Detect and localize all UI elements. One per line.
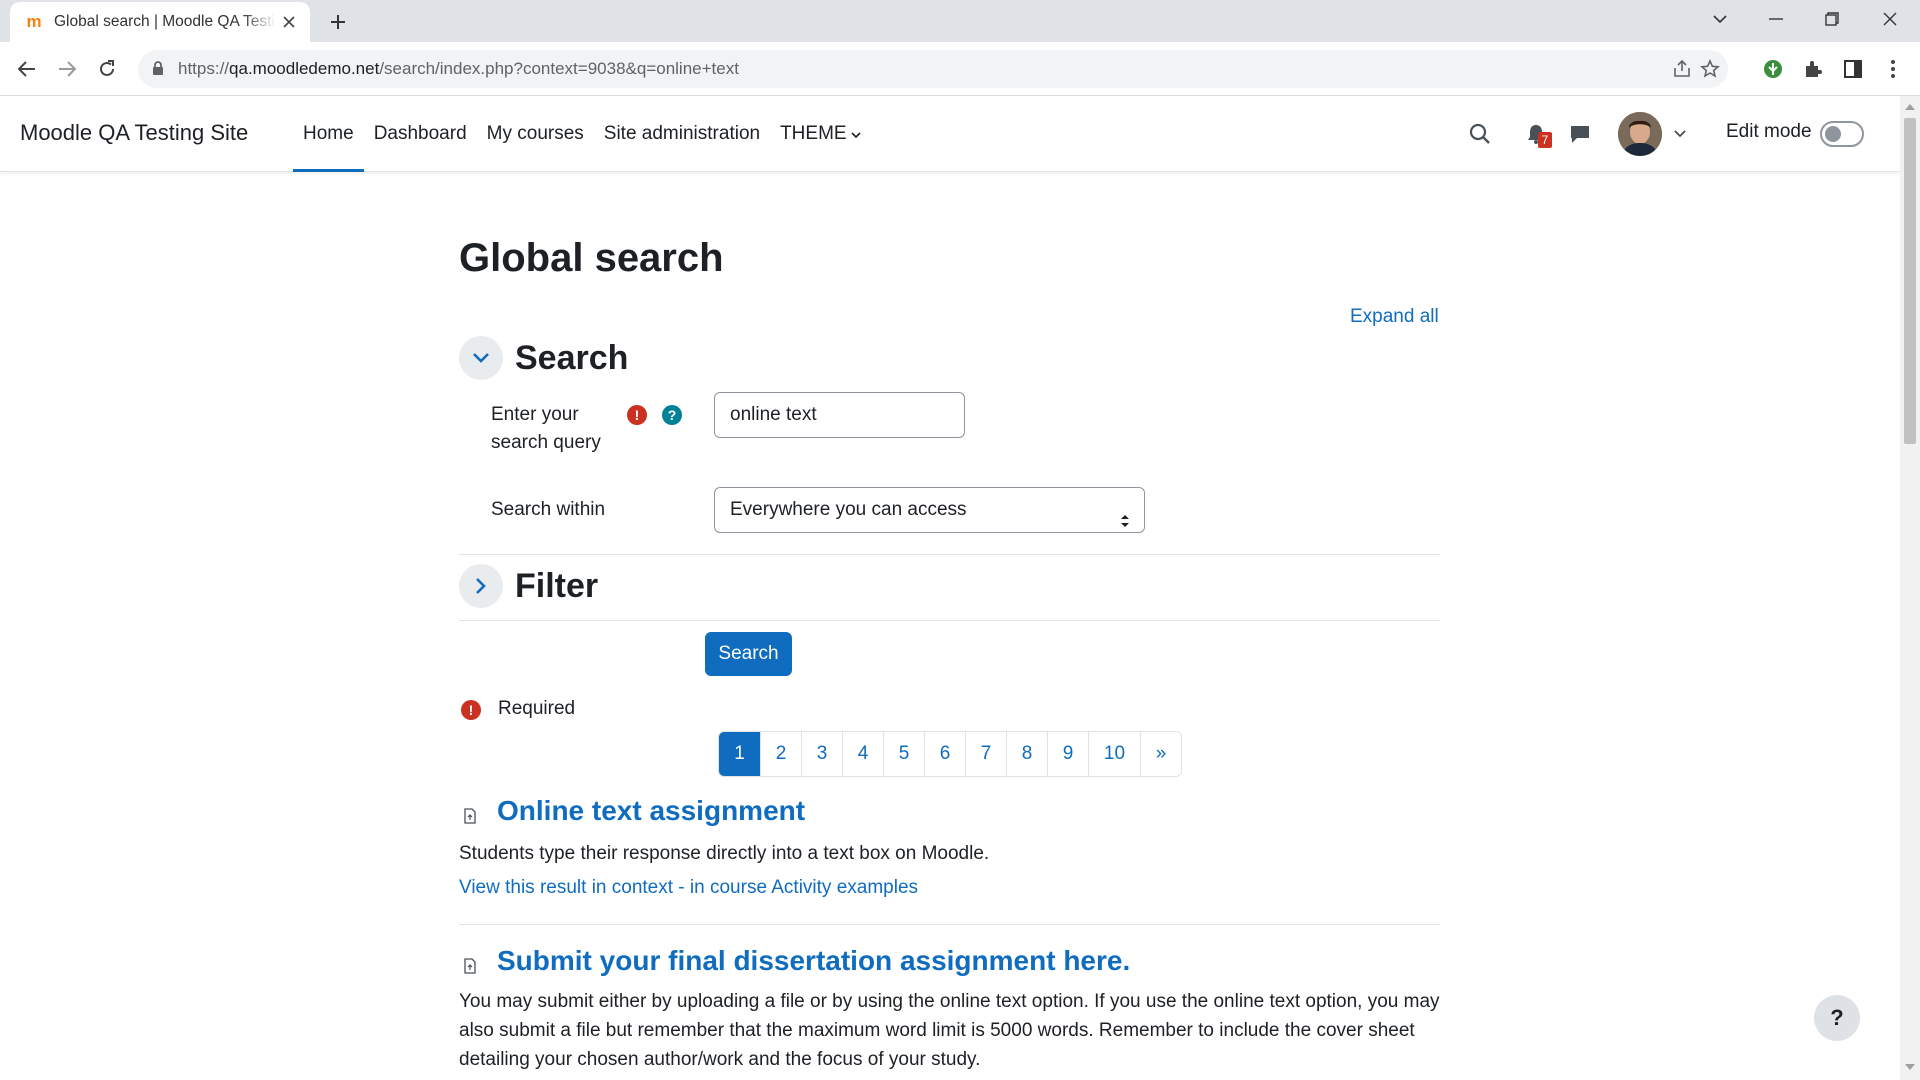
scroll-up-arrow-icon[interactable] — [1905, 104, 1915, 110]
expand-all-link[interactable]: Expand all — [1350, 306, 1439, 328]
back-arrow-icon[interactable] — [12, 54, 42, 84]
page-link-5[interactable]: 5 — [883, 732, 924, 776]
scroll-down-arrow-icon[interactable] — [1905, 1064, 1915, 1070]
search-within-select[interactable]: Everywhere you can access — [714, 487, 1145, 533]
result-title-link[interactable]: Online text assignment — [497, 795, 805, 827]
pagination: 1 2 3 4 5 6 7 8 9 10 » — [718, 731, 1182, 777]
search-query-label-line2: search query — [491, 432, 601, 453]
page-scrollbar[interactable] — [1900, 96, 1920, 1080]
result-description: Students type their response directly in… — [459, 843, 990, 864]
document-icon — [462, 958, 478, 974]
close-window-icon[interactable] — [1862, 0, 1918, 38]
user-avatar[interactable] — [1618, 112, 1662, 156]
page-link-10[interactable]: 10 — [1088, 732, 1140, 776]
tab-title: Global search | Moodle QA Testing Site — [54, 13, 276, 30]
edit-mode-toggle[interactable] — [1820, 121, 1864, 147]
browser-toolbar: https://qa.moodledemo.net/search/index.p… — [0, 42, 1920, 96]
result-context-links: View this result in context - in course … — [459, 877, 918, 899]
result-description: You may submit either by uploading a fil… — [459, 991, 1440, 1070]
page-link-2[interactable]: 2 — [760, 732, 801, 776]
moodle-favicon-icon: m — [26, 12, 42, 31]
page-link-1[interactable]: 1 — [719, 732, 760, 776]
nav-theme-label: THEME — [780, 123, 847, 145]
page-link-3[interactable]: 3 — [801, 732, 842, 776]
close-tab-icon[interactable] — [280, 13, 298, 31]
minimize-icon[interactable] — [1748, 0, 1804, 38]
chevron-down-icon — [851, 96, 861, 172]
section-divider — [459, 620, 1440, 621]
nav-dashboard[interactable]: Dashboard — [364, 96, 477, 172]
document-icon — [462, 808, 478, 824]
address-bar[interactable]: https://qa.moodledemo.net/search/index.p… — [138, 50, 1728, 88]
search-section-title: Search — [515, 338, 629, 377]
search-icon[interactable] — [1466, 120, 1494, 148]
edit-mode-label: Edit mode — [1726, 121, 1812, 142]
extensions-puzzle-icon[interactable] — [1800, 56, 1826, 82]
link-separator: - — [673, 877, 690, 898]
search-submit-button[interactable]: Search — [705, 632, 792, 676]
help-floating-button[interactable]: ? — [1814, 995, 1860, 1041]
nav-site-administration[interactable]: Site administration — [594, 96, 770, 172]
nav-home[interactable]: Home — [293, 96, 364, 172]
side-panel-icon[interactable] — [1840, 56, 1866, 82]
search-query-input[interactable] — [714, 392, 965, 438]
page-link-4[interactable]: 4 — [842, 732, 883, 776]
result-title-link[interactable]: Submit your final dissertation assignmen… — [497, 945, 1130, 977]
course-link[interactable]: in course Activity examples — [690, 877, 918, 898]
chevron-right-icon[interactable] — [459, 564, 503, 608]
view-in-context-link[interactable]: View this result in context — [459, 877, 673, 898]
filter-section-header[interactable]: Filter — [459, 564, 598, 608]
page-link-8[interactable]: 8 — [1006, 732, 1047, 776]
restore-icon[interactable] — [1804, 0, 1860, 38]
notifications-bell-icon[interactable]: 7 — [1522, 120, 1552, 148]
page-next-link[interactable]: » — [1140, 732, 1181, 776]
select-updown-icon — [1120, 502, 1130, 546]
site-name[interactable]: Moodle QA Testing Site — [20, 120, 248, 146]
search-section-header[interactable]: Search — [459, 336, 628, 380]
extension-shield-icon[interactable] — [1760, 56, 1786, 82]
browser-menu-icon[interactable] — [1880, 56, 1906, 82]
search-query-label: Enter your search query — [491, 401, 601, 457]
result-divider — [459, 924, 1440, 925]
help-question-icon[interactable]: ? — [662, 405, 682, 425]
required-legend: Required — [498, 698, 576, 719]
reload-icon[interactable] — [92, 54, 122, 84]
filter-section-title: Filter — [515, 566, 599, 605]
lock-icon[interactable] — [152, 61, 164, 81]
required-exclamation-icon: ! — [461, 700, 481, 720]
user-menu-chevron-down-icon[interactable] — [1666, 120, 1694, 148]
nav-theme-dropdown[interactable]: THEME — [770, 96, 871, 172]
search-query-label-line1: Enter your — [491, 404, 579, 425]
nav-my-courses[interactable]: My courses — [477, 96, 594, 172]
share-icon[interactable] — [1671, 58, 1693, 80]
page-link-7[interactable]: 7 — [965, 732, 1006, 776]
chevron-down-icon[interactable] — [459, 336, 503, 380]
site-navbar: Moodle QA Testing Site Home Dashboard My… — [0, 96, 1900, 172]
new-tab-button[interactable] — [324, 8, 352, 36]
primary-navigation: Home Dashboard My courses Site administr… — [293, 96, 871, 172]
page-link-6[interactable]: 6 — [924, 732, 965, 776]
tab-search-icon[interactable] — [1692, 0, 1748, 38]
bookmark-star-icon[interactable] — [1699, 58, 1721, 80]
url-text: https://qa.moodledemo.net/search/index.p… — [178, 59, 739, 78]
page-title: Global search — [459, 236, 724, 280]
scrollbar-thumb[interactable] — [1904, 118, 1916, 444]
section-divider — [459, 554, 1440, 555]
browser-tab[interactable]: m Global search | Moodle QA Testing Site — [10, 2, 310, 42]
required-exclamation-icon: ! — [627, 405, 647, 425]
messages-bubble-icon[interactable] — [1566, 120, 1594, 148]
notification-count-badge: 7 — [1538, 132, 1552, 148]
browser-tab-strip: m Global search | Moodle QA Testing Site — [0, 0, 1920, 42]
forward-arrow-icon[interactable] — [52, 54, 82, 84]
search-within-label: Search within — [491, 499, 606, 520]
search-within-value: Everywhere you can access — [730, 499, 967, 520]
page-link-9[interactable]: 9 — [1047, 732, 1088, 776]
